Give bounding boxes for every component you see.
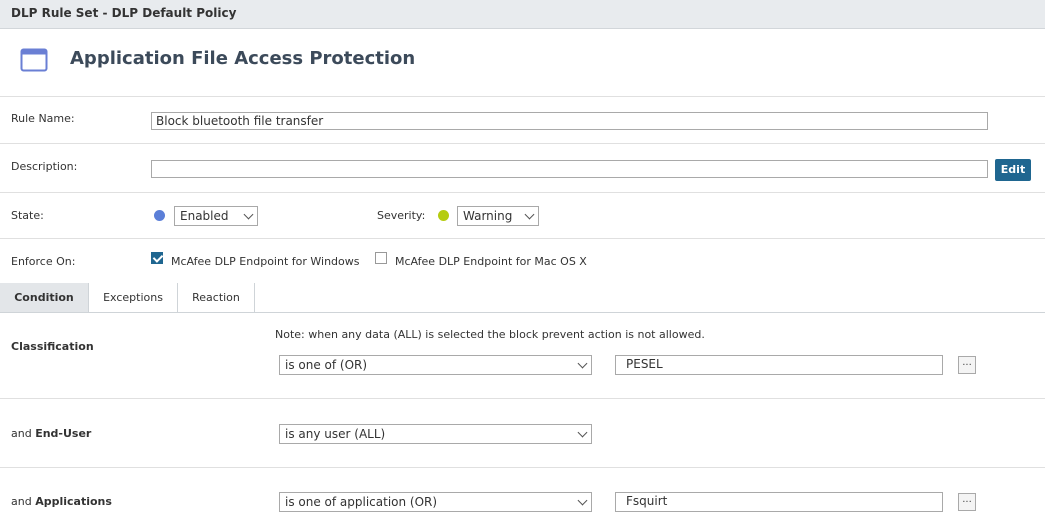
state-select[interactable]: Enabled bbox=[174, 206, 258, 226]
top-bar: DLP Rule Set - DLP Default Policy bbox=[0, 0, 1045, 29]
end-user-operator-select[interactable]: is any user (ALL) bbox=[279, 424, 592, 444]
divider bbox=[0, 192, 1045, 193]
mac-checkbox-label: McAfee DLP Endpoint for Mac OS X bbox=[395, 255, 587, 268]
description-input[interactable] bbox=[151, 160, 988, 178]
page-title: Application File Access Protection bbox=[70, 48, 416, 69]
window-icon bbox=[20, 48, 48, 72]
rule-name-label: Rule Name: bbox=[11, 112, 75, 125]
divider bbox=[0, 238, 1045, 239]
severity-select[interactable]: Warning bbox=[457, 206, 539, 226]
tab-condition[interactable]: Condition bbox=[0, 283, 89, 312]
severity-label: Severity: bbox=[377, 209, 426, 222]
divider bbox=[0, 143, 1045, 144]
tab-bar: Condition Exceptions Reaction bbox=[0, 283, 1045, 313]
divider bbox=[0, 398, 1045, 399]
applications-label: and Applications bbox=[11, 495, 112, 508]
tab-reaction[interactable]: Reaction bbox=[178, 283, 255, 312]
divider bbox=[0, 467, 1045, 468]
chevron-down-icon bbox=[243, 209, 254, 220]
chevron-down-icon bbox=[577, 358, 588, 369]
classification-operator-select[interactable]: is one of (OR) bbox=[279, 355, 592, 375]
severity-dot-icon bbox=[438, 210, 449, 221]
applications-operator-select[interactable]: is one of application (OR) bbox=[279, 492, 592, 512]
applications-browse-button[interactable]: ... bbox=[958, 493, 976, 511]
state-label: State: bbox=[11, 209, 44, 222]
condition-note: Note: when any data (ALL) is selected th… bbox=[275, 328, 705, 341]
mac-checkbox[interactable] bbox=[375, 252, 387, 264]
edit-button[interactable]: Edit bbox=[995, 159, 1031, 181]
classification-value-input[interactable]: PESEL bbox=[615, 355, 943, 375]
enforce-on-label: Enforce On: bbox=[11, 255, 76, 268]
breadcrumb: DLP Rule Set - DLP Default Policy bbox=[11, 6, 237, 20]
divider bbox=[0, 96, 1045, 97]
description-label: Description: bbox=[11, 160, 78, 173]
tab-exceptions[interactable]: Exceptions bbox=[89, 283, 178, 312]
classification-browse-button[interactable]: ... bbox=[958, 356, 976, 374]
end-user-label: and End-User bbox=[11, 427, 92, 440]
windows-checkbox-label: McAfee DLP Endpoint for Windows bbox=[171, 255, 360, 268]
applications-value-input[interactable]: Fsquirt bbox=[615, 492, 943, 512]
chevron-down-icon bbox=[577, 427, 588, 438]
windows-checkbox[interactable] bbox=[151, 252, 163, 264]
rule-name-input[interactable]: Block bluetooth file transfer bbox=[151, 112, 988, 130]
chevron-down-icon bbox=[577, 495, 588, 506]
chevron-down-icon bbox=[524, 209, 535, 220]
classification-label: Classification bbox=[11, 340, 94, 353]
state-dot-icon bbox=[154, 210, 165, 221]
